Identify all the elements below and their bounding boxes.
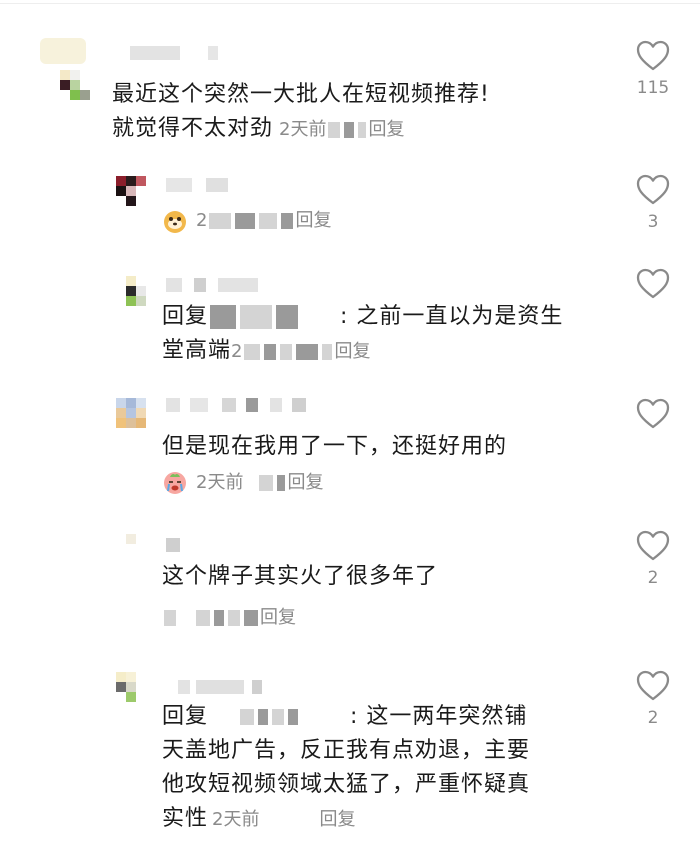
comment-text: 回复: 这一两年突然铺 天盖地广告，反正我有点劝退，主要 他攻短视频领域太猛了，… [162,704,531,831]
comment-text: 这个牌子其实火了很多年了 [162,564,439,589]
crying-emoji-icon [164,472,186,494]
reply-button[interactable]: 回复 [368,119,404,140]
reply-button[interactable]: 回复 [260,607,296,628]
avatar[interactable] [126,534,156,564]
avatar-blur-top [40,38,86,64]
redacted-location [328,122,341,138]
avatar[interactable] [116,398,146,428]
reply-button[interactable]: 回复 [319,809,355,830]
like-button[interactable] [632,268,674,300]
like-button[interactable]: 2 [632,670,674,730]
avatar[interactable] [126,276,156,306]
like-button[interactable]: 2 [632,530,674,590]
username[interactable] [166,178,246,192]
like-count: 3 [647,212,659,232]
heart-outline-icon [636,174,670,205]
username[interactable] [130,46,230,60]
comment-time: 2天前 [279,119,327,140]
like-button[interactable]: 3 [632,174,674,234]
heart-outline-icon [636,40,670,71]
avatar[interactable] [60,70,90,100]
top-divider [0,3,700,4]
sticker-emoji-icon [164,211,186,233]
reply-meta: 回复 [162,605,296,631]
username[interactable] [166,398,316,412]
like-button[interactable] [632,398,674,430]
avatar[interactable] [116,672,146,702]
reply-prefix: 回复 [162,704,209,729]
reply-meta: 2 回复 [162,208,331,234]
like-count: 2 [647,568,659,588]
reply-button[interactable]: 回复 [334,341,370,362]
comment-time: 2 [231,341,243,362]
reply-prefix: 回复 [162,304,209,329]
username[interactable] [166,278,266,292]
like-count: 115 [636,78,670,98]
heart-outline-icon [636,268,670,299]
heart-outline-icon [636,398,670,429]
comment-text: 最近这个突然一大批人在短视频推荐! 就觉得不太对劲 2天前 回复 [112,82,490,141]
comment-text: 但是现在我用了一下，还挺好用的 [162,434,508,459]
reply-button[interactable]: 回复 [287,472,323,493]
username[interactable] [178,680,278,694]
like-count: 2 [647,708,659,728]
heart-outline-icon [636,530,670,561]
like-button[interactable]: 115 [632,40,674,100]
comment-text: 回复: 之前一直以为是资生 堂高端2 回复 [162,304,564,363]
comment-time: 2天前 [196,472,244,493]
avatar[interactable] [116,176,146,206]
comment-time: 2 [196,210,208,231]
reply-button[interactable]: 回复 [295,210,331,231]
heart-outline-icon [636,670,670,701]
reply-meta: 2天前 回复 [162,470,323,496]
comment-time: 2天前 [212,809,260,830]
username[interactable] [166,538,196,552]
